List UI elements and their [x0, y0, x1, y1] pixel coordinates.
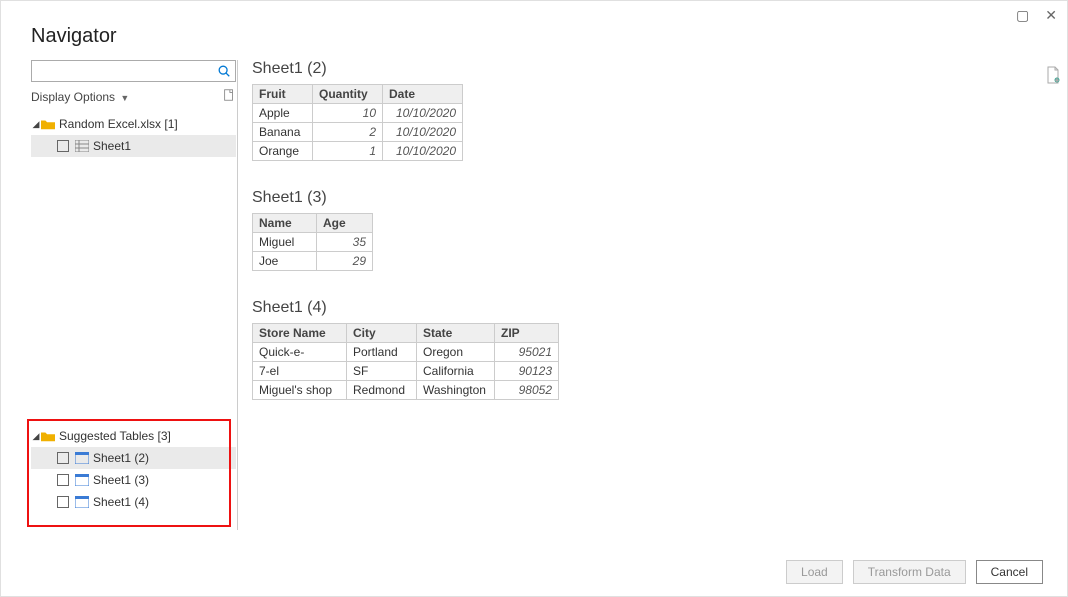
table-row: Miguel35 — [253, 233, 373, 252]
table-icon — [75, 496, 89, 508]
table-icon — [75, 452, 89, 464]
checkbox[interactable] — [57, 452, 69, 464]
tree-file-node[interactable]: ◢ Random Excel.xlsx [1] — [31, 113, 236, 135]
display-options-dropdown[interactable]: Display Options ▼ — [31, 90, 129, 104]
preview-pane: + Sheet1 (2) Fruit Quantity Date Apple10… — [252, 60, 1067, 540]
document-icon[interactable]: + — [1045, 66, 1061, 87]
col-header: Age — [317, 214, 373, 233]
table-row: Banana210/10/2020 — [253, 123, 463, 142]
table-icon — [75, 474, 89, 486]
folder-icon — [41, 430, 55, 442]
tree-suggested-label: Suggested Tables [3] — [59, 429, 171, 443]
col-header: Fruit — [253, 85, 313, 104]
navigator-tree-pane: Display Options ▼ ◢ Random Excel.xlsx [1… — [1, 60, 237, 540]
display-options-label: Display Options — [31, 90, 115, 104]
tree-item-label: Sheet1 (4) — [93, 495, 149, 509]
tree-suggested-child[interactable]: Sheet1 (3) — [31, 469, 236, 491]
col-header: Name — [253, 214, 317, 233]
search-icon — [217, 64, 231, 78]
tree-sheet-node[interactable]: Sheet1 — [31, 135, 236, 157]
table-row: Orange110/10/2020 — [253, 142, 463, 161]
checkbox[interactable] — [57, 474, 69, 486]
checkbox[interactable] — [57, 496, 69, 508]
transform-data-button[interactable]: Transform Data — [853, 560, 966, 584]
col-header: ZIP — [495, 324, 559, 343]
collapse-icon: ◢ — [31, 119, 41, 130]
table-row: Quick-e-PortlandOregon95021 — [253, 343, 559, 362]
maximize-button[interactable]: ▢ — [1016, 7, 1029, 24]
tree-suggested-child[interactable]: Sheet1 (2) — [31, 447, 236, 469]
tree-item-label: Sheet1 (2) — [93, 451, 149, 465]
worksheet-icon — [75, 140, 89, 152]
col-header: Quantity — [313, 85, 383, 104]
preview-table: Fruit Quantity Date Apple1010/10/2020 Ba… — [252, 84, 463, 161]
table-row: Joe29 — [253, 252, 373, 271]
tree-file-label: Random Excel.xlsx [1] — [59, 117, 178, 131]
tree-suggested-child[interactable]: Sheet1 (4) — [31, 491, 236, 513]
table-row: 7-elSFCalifornia90123 — [253, 362, 559, 381]
dialog-title: Navigator — [1, 1, 1067, 60]
tree-sheet-label: Sheet1 — [93, 139, 131, 153]
col-header: City — [347, 324, 417, 343]
refresh-icon[interactable] — [222, 88, 236, 105]
folder-icon — [41, 118, 55, 130]
svg-text:+: + — [1056, 78, 1059, 84]
preview-title: Sheet1 (2) — [252, 60, 1043, 78]
col-header: Date — [383, 85, 463, 104]
col-header: State — [417, 324, 495, 343]
chevron-down-icon: ▼ — [120, 93, 129, 103]
tree-suggested-node[interactable]: ◢ Suggested Tables [3] — [31, 425, 236, 447]
checkbox[interactable] — [57, 140, 69, 152]
cancel-button[interactable]: Cancel — [976, 560, 1043, 584]
load-button[interactable]: Load — [786, 560, 843, 584]
preview-table: Store Name City State ZIP Quick-e-Portla… — [252, 323, 559, 400]
close-button[interactable]: ✕ — [1045, 7, 1057, 24]
table-row: Miguel's shopRedmondWashington98052 — [253, 381, 559, 400]
search-input[interactable] — [31, 60, 236, 82]
preview-table: Name Age Miguel35 Joe29 — [252, 213, 373, 271]
table-row: Apple1010/10/2020 — [253, 104, 463, 123]
preview-title: Sheet1 (4) — [252, 299, 1043, 317]
col-header: Store Name — [253, 324, 347, 343]
tree-item-label: Sheet1 (3) — [93, 473, 149, 487]
preview-title: Sheet1 (3) — [252, 189, 1043, 207]
collapse-icon: ◢ — [31, 431, 41, 442]
pane-divider — [237, 60, 238, 530]
